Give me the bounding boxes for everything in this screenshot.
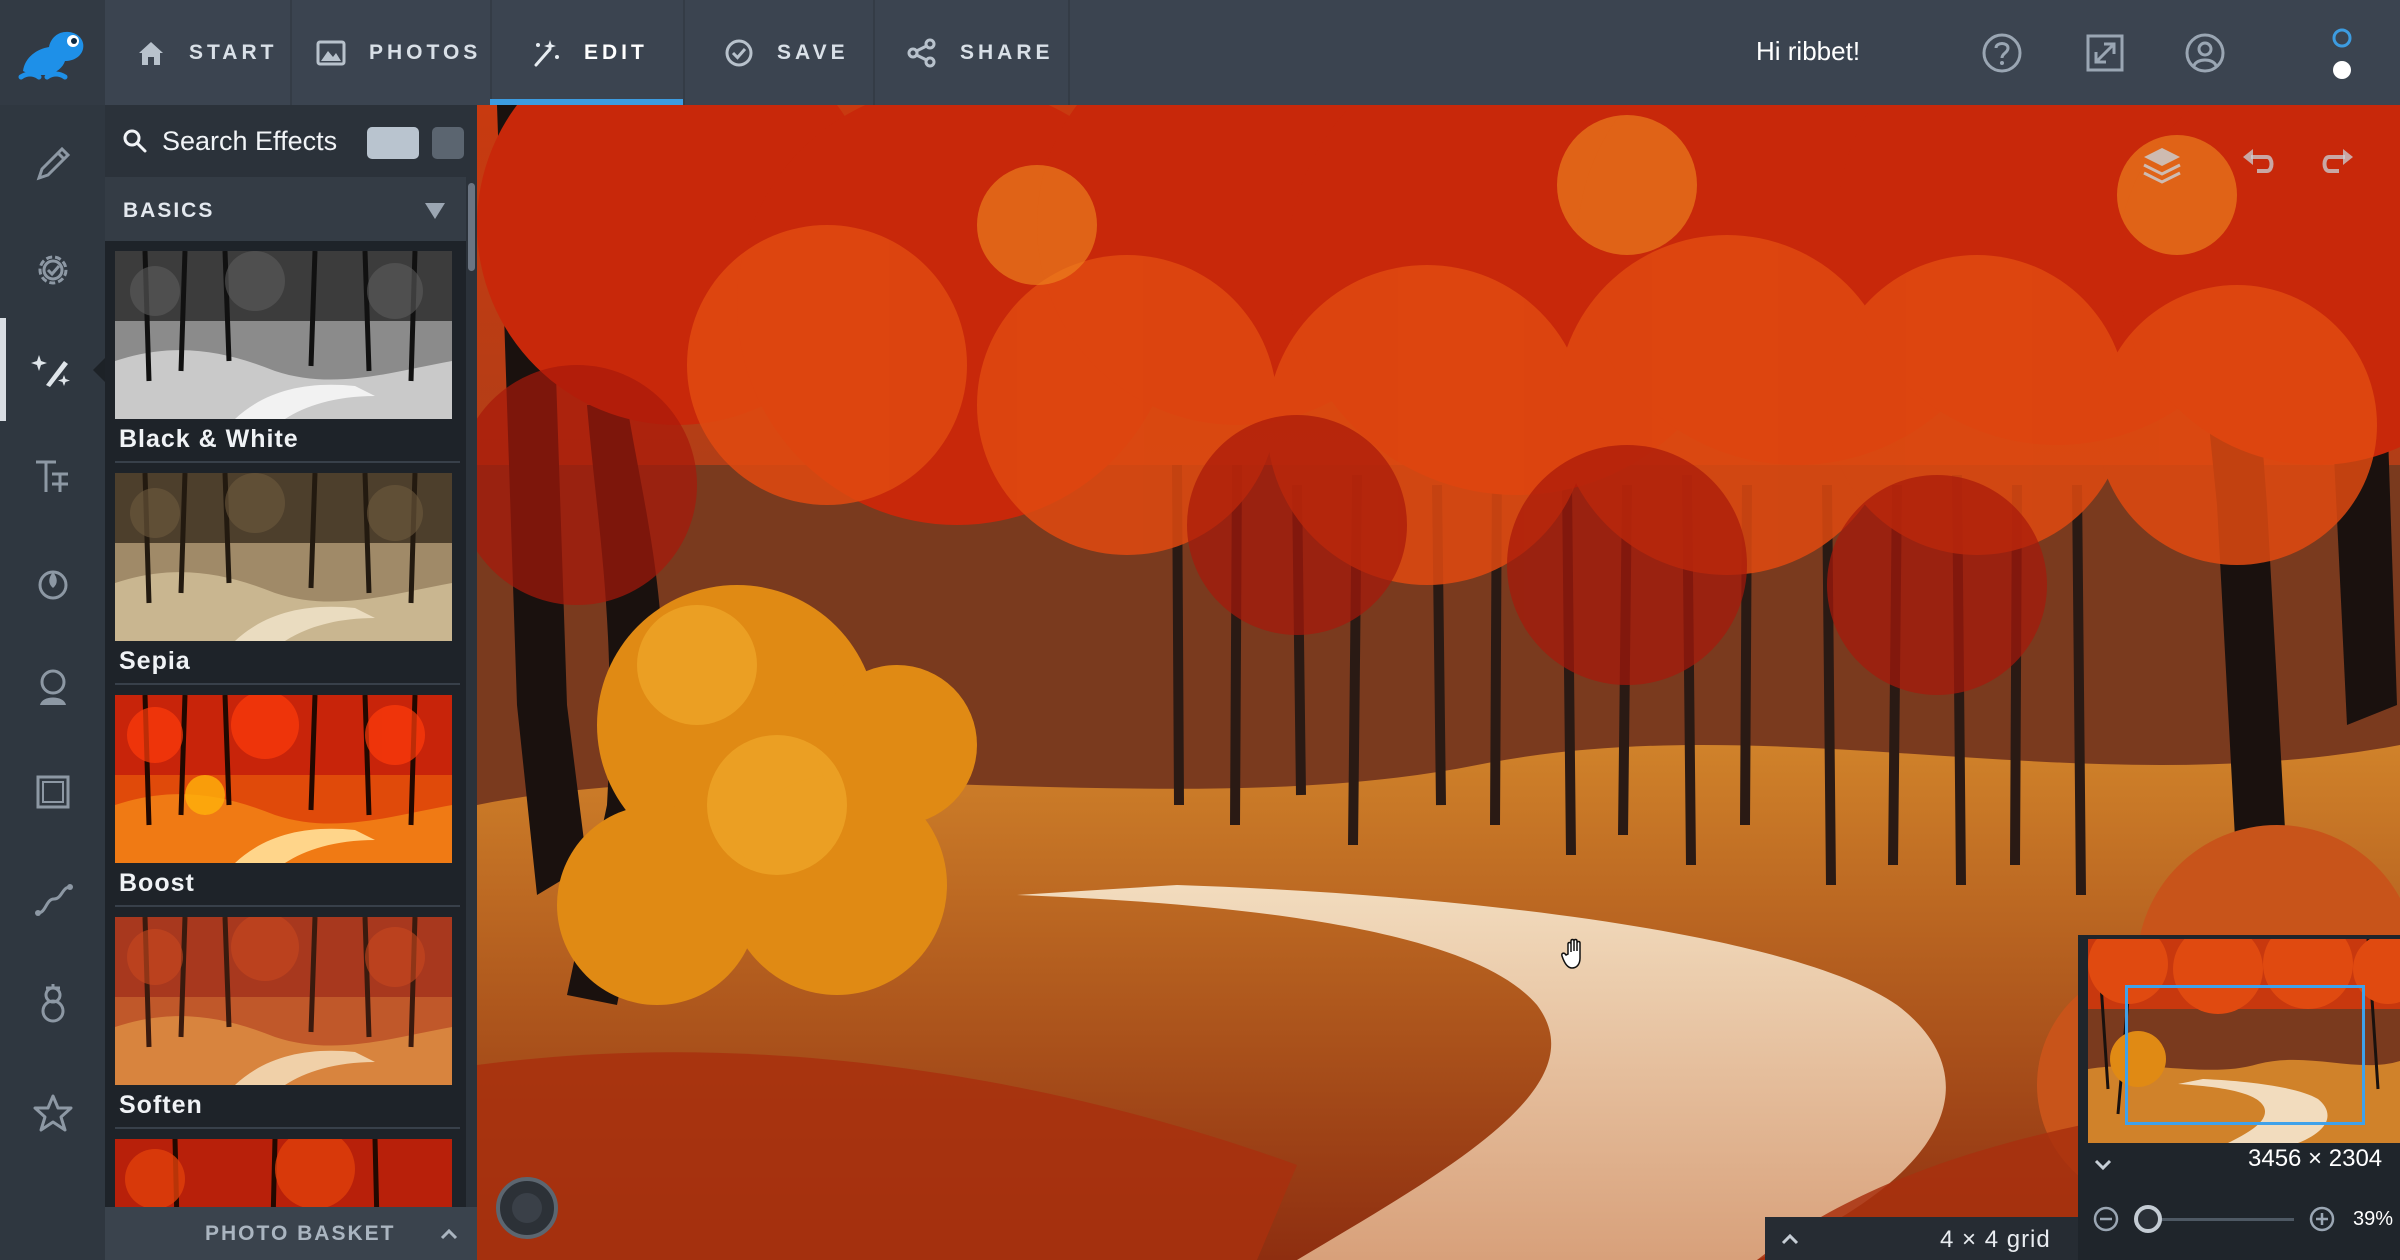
tab-photos-label: PHOTOS (369, 40, 482, 64)
hand-cursor-icon (1561, 938, 1581, 969)
tool-advanced-edits[interactable] (0, 225, 105, 315)
effect-thumbnail (115, 917, 452, 1085)
ribbet-frog-logo[interactable] (0, 0, 105, 105)
tab-start[interactable]: START (135, 0, 277, 105)
tool-effects[interactable] (0, 325, 105, 415)
scrollbar-thumb[interactable] (468, 183, 475, 271)
zoom-slider[interactable] (2148, 1218, 2294, 1221)
tab-divider (490, 0, 492, 105)
frame-icon (36, 775, 69, 809)
checkmark-circle-icon (725, 39, 753, 66)
effects-search[interactable]: Search Effects (105, 105, 477, 177)
tab-divider (683, 0, 685, 105)
touch-up-icon (39, 669, 66, 705)
grid-size-label: 4 × 4 grid (1940, 1226, 2051, 1253)
tool-frames[interactable] (0, 747, 105, 837)
gear-icon (38, 255, 67, 285)
navigator-panel: 3456 × 2304 39% (2078, 935, 2400, 1260)
tool-rail (0, 105, 105, 1260)
effect-label: Boost (119, 869, 195, 897)
tab-divider (290, 0, 292, 105)
collapse-caret-icon (425, 203, 445, 219)
text-icon (35, 460, 68, 492)
frog-icon (18, 31, 83, 79)
effect-thumbnail (115, 1139, 452, 1207)
fullscreen-icon[interactable] (2080, 28, 2130, 78)
tab-divider (873, 0, 875, 105)
effect-label: Sepia (119, 647, 191, 675)
small-thumbnails-toggle[interactable] (432, 127, 464, 159)
tab-edit[interactable]: EDIT (530, 0, 648, 105)
chevron-up-icon (1781, 1233, 1799, 1245)
zoom-out-icon[interactable] (2092, 1205, 2120, 1233)
tab-photos[interactable]: PHOTOS (315, 0, 481, 105)
favorites-icon (33, 1094, 72, 1132)
chevron-up-icon (440, 1228, 458, 1240)
seasonal-icon (41, 984, 64, 1023)
photo-basket-label: PHOTO BASKET (205, 1222, 396, 1245)
grid-overlay-bar[interactable]: 4 × 4 grid (1765, 1217, 2082, 1260)
curve-icon (34, 884, 73, 916)
tab-share[interactable]: SHARE (906, 0, 1054, 105)
help-icon[interactable] (1977, 28, 2027, 78)
redo-icon[interactable] (2317, 143, 2357, 183)
tool-favorites[interactable] (0, 1068, 105, 1158)
category-label: BASICS (123, 199, 215, 222)
magic-wand-icon (534, 39, 559, 66)
undo-icon[interactable] (2239, 143, 2279, 183)
effects-panel: Search Effects BASICS Black & White Sepi… (105, 105, 477, 1260)
zoom-level-readout: 39% (2353, 1208, 2394, 1230)
effect-label: Black & White (119, 425, 299, 453)
effect-sepia[interactable]: Sepia (105, 463, 460, 685)
tab-edit-label: EDIT (584, 40, 648, 64)
navigator-viewport-frame[interactable] (2125, 985, 2365, 1125)
search-icon (123, 129, 147, 153)
effect-next[interactable] (105, 1129, 457, 1207)
photo-basket-bar[interactable]: PHOTO BASKET (105, 1207, 477, 1260)
image-dimensions: 3456 × 2304 (2248, 1145, 2383, 1172)
tool-color[interactable] (0, 538, 105, 628)
effect-boost[interactable]: Boost (105, 685, 460, 907)
theme-toggle-icon[interactable] (2330, 24, 2354, 84)
effect-black-white[interactable]: Black & White (105, 241, 460, 463)
search-input[interactable]: Search Effects (162, 126, 337, 157)
chevron-down-icon[interactable] (2092, 1153, 2114, 1175)
photo-icon (316, 40, 346, 65)
effects-scrollbar[interactable] (466, 177, 477, 1260)
effect-thumbnail (115, 251, 452, 419)
category-header[interactable]: BASICS (105, 177, 477, 241)
zoom-slider-handle[interactable] (2134, 1205, 2162, 1233)
tab-save-label: SAVE (777, 40, 849, 64)
tool-seasonal[interactable] (0, 960, 105, 1050)
zoom-in-icon[interactable] (2308, 1205, 2336, 1233)
home-icon (139, 41, 163, 65)
effect-thumbnail (115, 473, 452, 641)
tool-text[interactable] (0, 432, 105, 522)
top-bar: START PHOTOS EDIT SAVE SHARE Hi ribbet! (0, 0, 2400, 105)
pencil-icon (36, 146, 70, 181)
effects-icon (30, 355, 70, 387)
tab-share-label: SHARE (960, 40, 1054, 64)
share-icon (907, 38, 936, 67)
layers-icon[interactable] (2140, 143, 2184, 187)
color-swatch-inner (512, 1193, 542, 1223)
account-icon[interactable] (2180, 28, 2230, 78)
tab-save[interactable]: SAVE (723, 0, 849, 105)
color-picker-button[interactable] (496, 1177, 558, 1239)
effect-label: Soften (119, 1091, 203, 1119)
effect-thumbnail (115, 695, 452, 863)
color-icon (38, 570, 67, 600)
tool-basic-edits[interactable] (0, 119, 105, 209)
tab-divider (1068, 0, 1070, 105)
tab-start-label: START (189, 40, 278, 64)
tool-curves[interactable] (0, 855, 105, 945)
user-greeting: Hi ribbet! (1756, 36, 1861, 66)
large-thumbnails-toggle[interactable] (367, 127, 419, 159)
effect-soften[interactable]: Soften (105, 907, 460, 1129)
tool-touch-up[interactable] (0, 643, 105, 733)
